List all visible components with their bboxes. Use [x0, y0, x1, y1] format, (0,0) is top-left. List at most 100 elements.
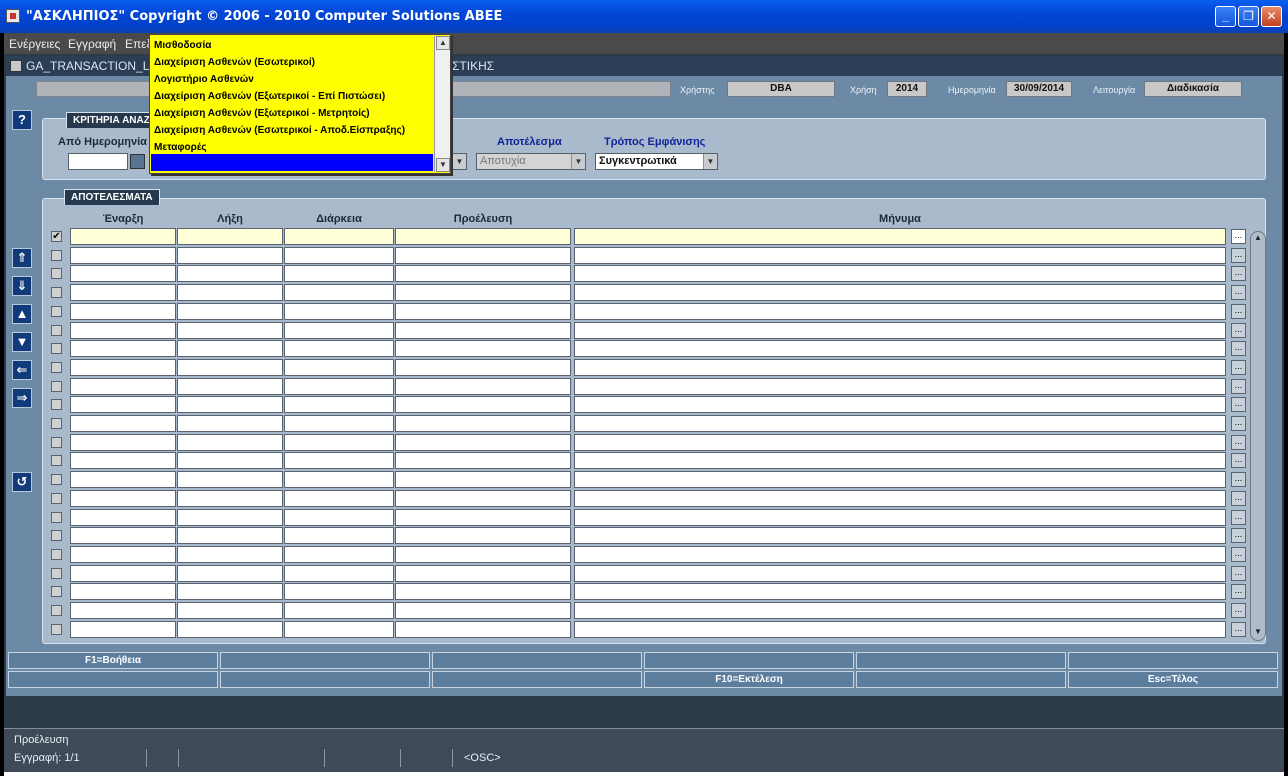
row-checkbox[interactable] — [51, 380, 62, 392]
ellipsis-button[interactable]: ... — [1231, 621, 1246, 637]
grid-cell[interactable] — [177, 508, 283, 526]
grid-cell[interactable] — [284, 433, 394, 451]
grid-cell[interactable] — [177, 433, 283, 451]
grid-cell[interactable] — [395, 415, 571, 432]
grid-cell[interactable] — [574, 508, 1226, 526]
grid-cell[interactable] — [284, 489, 394, 507]
row-checkbox[interactable] — [51, 399, 62, 411]
ellipsis-button[interactable]: ... — [1231, 565, 1246, 581]
grid-cell[interactable] — [395, 508, 571, 526]
grid-cell[interactable] — [177, 452, 283, 470]
row-checkbox[interactable] — [51, 287, 62, 299]
grid-cell[interactable] — [177, 377, 283, 395]
function-key-button[interactable] — [856, 652, 1066, 669]
grid-cell[interactable] — [284, 564, 394, 582]
dropdown-option[interactable]: Διαχείριση Ασθενών (Εσωτερικοί - Αποδ.Εί… — [154, 125, 405, 136]
grid-cell[interactable] — [574, 527, 1226, 545]
grid-cell[interactable] — [177, 284, 283, 302]
grid-cell[interactable] — [284, 340, 394, 358]
ellipsis-button[interactable]: ... — [1231, 546, 1246, 562]
grid-cell[interactable] — [284, 321, 394, 339]
grid-cell[interactable] — [177, 527, 283, 545]
ellipsis-button[interactable]: ... — [1231, 603, 1246, 618]
grid-cell[interactable] — [574, 602, 1226, 619]
dropdown-option[interactable]: Διαχείριση Ασθενών (Εσωτερικοί) — [154, 57, 315, 68]
grid-cell[interactable] — [284, 415, 394, 432]
row-checkbox[interactable] — [51, 492, 62, 504]
grid-cell[interactable] — [574, 321, 1226, 339]
ellipsis-button[interactable]: ... — [1231, 472, 1246, 488]
function-key-button[interactable] — [220, 652, 430, 669]
grid-cell[interactable] — [284, 246, 394, 264]
grid-cell[interactable] — [284, 545, 394, 563]
grid-cell[interactable] — [70, 433, 176, 451]
row-checkbox[interactable] — [51, 623, 62, 635]
ellipsis-button[interactable]: ... — [1231, 229, 1246, 244]
row-checkbox[interactable] — [51, 567, 62, 579]
grid-cell[interactable] — [574, 246, 1226, 264]
grid-cell[interactable] — [574, 377, 1226, 395]
grid-cell[interactable] — [70, 527, 176, 545]
ellipsis-button[interactable]: ... — [1231, 434, 1246, 450]
grid-cell[interactable] — [70, 396, 176, 414]
grid-cell[interactable] — [177, 246, 283, 264]
row-checkbox[interactable] — [51, 418, 62, 429]
grid-cell[interactable] — [574, 358, 1226, 376]
grid-cell[interactable] — [574, 620, 1226, 638]
ellipsis-button[interactable]: ... — [1231, 322, 1246, 338]
grid-cell[interactable] — [574, 583, 1226, 601]
grid-cell[interactable] — [70, 508, 176, 526]
grid-cell[interactable] — [395, 321, 571, 339]
grid-cell[interactable] — [574, 396, 1226, 414]
scroll-down-icon[interactable]: ▼ — [1252, 627, 1264, 639]
ellipsis-button[interactable]: ... — [1231, 453, 1246, 469]
ellipsis-button[interactable]: ... — [1231, 359, 1246, 375]
grid-cell[interactable] — [284, 527, 394, 545]
grid-cell[interactable] — [395, 489, 571, 507]
result-select[interactable]: Αποτυχία ▼ — [476, 153, 586, 170]
grid-cell[interactable] — [284, 284, 394, 302]
grid-cell[interactable] — [70, 246, 176, 264]
grid-cell[interactable] — [395, 302, 571, 320]
dropdown-option[interactable]: Διαχείριση Ασθενών (Εξωτερικοί - Μετρητο… — [154, 108, 370, 119]
grid-cell[interactable] — [177, 358, 283, 376]
row-checkbox[interactable] — [51, 605, 62, 616]
grid-cell[interactable] — [70, 415, 176, 432]
scroll-down-icon[interactable]: ▼ — [436, 158, 450, 172]
scroll-up-icon[interactable]: ▲ — [436, 36, 450, 50]
scroll-up-icon[interactable]: ▲ — [1252, 233, 1264, 245]
grid-cell[interactable] — [284, 377, 394, 395]
grid-cell[interactable] — [395, 246, 571, 264]
grid-cell[interactable] — [177, 489, 283, 507]
row-checkbox[interactable] — [51, 305, 62, 317]
grid-cell[interactable] — [574, 302, 1226, 320]
grid-cell[interactable] — [395, 583, 571, 601]
dropdown-option[interactable]: Λογιστήριο Ασθενών — [154, 74, 254, 85]
function-key-button[interactable]: F10=Εκτέλεση — [644, 671, 854, 688]
maximize-button[interactable]: ❐ — [1238, 6, 1259, 27]
grid-cell[interactable] — [70, 489, 176, 507]
grid-cell[interactable] — [284, 620, 394, 638]
grid-cell[interactable] — [177, 545, 283, 563]
row-checkbox[interactable] — [51, 530, 62, 542]
grid-cell[interactable] — [395, 340, 571, 358]
help-icon[interactable]: ? — [12, 110, 32, 130]
grid-cell[interactable] — [395, 545, 571, 563]
grid-cell[interactable] — [574, 545, 1226, 563]
dropdown-option[interactable]: Μεταφορές — [154, 142, 207, 153]
grid-cell[interactable] — [177, 471, 283, 489]
grid-cell[interactable] — [284, 228, 394, 245]
grid-cell[interactable] — [177, 620, 283, 638]
ellipsis-button[interactable]: ... — [1231, 509, 1246, 525]
ellipsis-button[interactable]: ... — [1231, 378, 1246, 394]
grid-cell[interactable] — [177, 228, 283, 245]
dropdown-selection-highlight[interactable] — [151, 154, 433, 171]
grid-cell[interactable] — [284, 396, 394, 414]
row-checkbox[interactable] — [51, 436, 62, 448]
grid-cell[interactable] — [284, 358, 394, 376]
grid-cell[interactable] — [284, 302, 394, 320]
grid-cell[interactable] — [574, 489, 1226, 507]
ellipsis-button[interactable]: ... — [1231, 285, 1246, 301]
calendar-icon[interactable] — [130, 154, 145, 169]
grid-cell[interactable] — [395, 284, 571, 302]
